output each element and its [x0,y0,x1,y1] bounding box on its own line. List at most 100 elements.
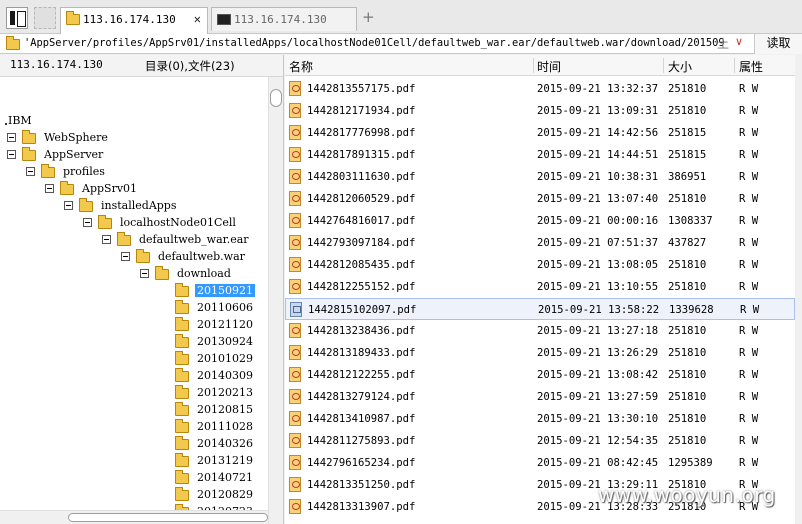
folder-icon [155,265,169,280]
collapse-icon[interactable] [7,132,16,142]
collapse-icon[interactable] [83,217,92,227]
scrollbar-thumb[interactable] [68,513,268,522]
folder-icon [175,418,189,433]
folder-icon [98,214,112,229]
tree-node-folder[interactable]: 20150921 [175,281,255,298]
tree-horizontal-scrollbar[interactable] [0,510,268,524]
tab-file-manager[interactable]: 113.16.174.130 ✕ [60,7,208,34]
folder-icon [175,367,189,382]
scrollbar-thumb[interactable] [270,89,282,107]
file-row[interactable]: 1442812085435.pdf 2015-09-21 13:08:05 2518… [285,254,795,276]
folder-icon [175,435,189,450]
path-input[interactable]: 'AppServer/profiles/AppSrv01/installedAp… [24,34,724,53]
file-row[interactable]: 1442811275893.pdf 2015-09-21 12:54:35 2518… [285,430,795,452]
tree-node-installedapps[interactable]: installedApps [64,196,179,213]
file-row[interactable]: 1442813410987.pdf 2015-09-21 13:30:10 2518… [285,408,795,430]
folder-icon [79,197,93,212]
file-row[interactable]: 1442813557175.pdf 2015-09-21 13:32:37 2518… [285,78,795,100]
pdf-file-icon [289,235,301,250]
column-header-attr[interactable]: 属性 [739,58,763,75]
read-button[interactable]: 读取 [754,34,802,54]
tab-label: 113.16.174.130 [83,13,176,26]
pdf-file-icon [289,81,301,96]
tree-node-folder[interactable]: 20131219 [175,451,255,468]
tree-node-appsrv01[interactable]: AppSrv01 [45,179,139,196]
file-row[interactable]: 1442803111630.pdf 2015-09-21 10:38:31 3869… [285,166,795,188]
folder-icon [175,282,189,297]
collapse-icon[interactable] [45,183,54,193]
tab-terminal[interactable]: 113.16.174.130 [211,7,357,31]
toggle-sidebar-button[interactable] [6,7,28,29]
column-header-time[interactable]: 时间 [537,58,561,75]
folder-icon [175,452,189,467]
file-list-header: 名称 时间 大小 属性 [285,55,802,76]
folder-icon [136,248,150,263]
directory-panel: 113.16.174.130 目录(0),文件(23) IBM WebSpher… [0,55,284,524]
folder-icon [175,316,189,331]
pdf-file-icon [289,455,301,470]
collapse-icon[interactable] [64,200,73,210]
new-tab-button[interactable]: + [362,8,375,26]
file-row[interactable]: 1442817776998.pdf 2015-09-21 14:42:56 2518… [285,122,795,144]
tree-node-folder[interactable]: 20111028 [175,417,255,434]
file-row[interactable]: 1442813238436.pdf 2015-09-21 13:27:18 2518… [285,320,795,342]
column-divider[interactable] [663,58,664,73]
tree-node-folder[interactable]: 20140309 [175,366,255,383]
tree-node-folder[interactable]: 20120213 [175,383,255,400]
file-row[interactable]: 1442813279124.pdf 2015-09-21 13:27:59 2518… [285,386,795,408]
tree-node-folder[interactable]: 20110606 [175,298,255,315]
folder-icon [175,299,189,314]
tree-node-defaultweb-war[interactable]: defaultweb.war [121,247,247,264]
file-list-panel: 名称 时间 大小 属性 1442813557175.pdf 2015-09-21 … [285,55,802,524]
tree-node-folder[interactable]: 20140721 [175,468,255,485]
file-row[interactable]: 1442813189433.pdf 2015-09-21 13:26:29 2518… [285,342,795,364]
column-divider[interactable] [533,58,534,73]
host-label: 113.16.174.130 [10,58,103,71]
tree-node-folder[interactable]: 20121120 [175,315,255,332]
folder-icon [117,231,131,246]
close-tab-icon[interactable]: ✕ [194,8,201,31]
file-row[interactable]: 1442796165234.pdf 2015-09-21 08:42:45 1295… [285,452,795,474]
tab-label: 113.16.174.130 [234,13,327,26]
tree-node-folder[interactable]: 20140326 [175,434,255,451]
column-divider[interactable] [734,58,735,73]
file-row[interactable]: 1442812122255.pdf 2015-09-21 13:08:42 2518… [285,364,795,386]
folder-icon [22,129,36,144]
column-header-name[interactable]: 名称 [289,58,313,75]
file-row[interactable]: 1442793097184.pdf 2015-09-21 07:51:37 4378… [285,232,795,254]
tree-node-defaultweb-war-ear[interactable]: defaultweb_war.ear [102,230,251,247]
chevron-down-icon[interactable]: ∨ [735,35,743,48]
tree-node-download[interactable]: download [140,264,233,281]
pdf-file-icon [289,389,301,404]
tree-node-ibm[interactable]: IBM [6,111,34,128]
column-header-size[interactable]: 大小 [668,58,692,75]
tree-node-folder[interactable]: 20120815 [175,400,255,417]
tree-node-appserver[interactable]: AppServer [7,145,105,162]
layout-icon[interactable] [34,7,56,29]
tree-vertical-scrollbar[interactable] [268,77,283,524]
file-row[interactable]: 1442764816017.pdf 2015-09-21 00:00:16 1308… [285,210,795,232]
file-row[interactable]: 1442812060529.pdf 2015-09-21 13:07:40 2518… [285,188,795,210]
path-upload-icon[interactable]: 土 [717,35,729,52]
file-row-selected[interactable]: 1442815102097.pdf 2015-09-21 13:58:22 1339… [285,298,795,320]
file-row[interactable]: 1442812171934.pdf 2015-09-21 13:09:31 2518… [285,100,795,122]
pdf-file-icon [289,367,301,382]
folder-icon [60,180,74,195]
pdf-file-icon [289,213,301,228]
collapse-icon[interactable] [7,149,16,159]
folder-icon [6,36,20,50]
tree-node-folder[interactable]: 20101029 [175,349,255,366]
folder-icon [66,11,80,25]
tree-node-localhostnode01cell[interactable]: localhostNode01Cell [83,213,238,230]
file-row[interactable]: 1442812255152.pdf 2015-09-21 13:10:55 2518… [285,276,795,298]
file-list-vertical-scrollbar[interactable] [795,55,802,524]
collapse-icon[interactable] [26,166,35,176]
tree-node-folder[interactable]: 20130924 [175,332,255,349]
collapse-icon[interactable] [102,234,111,244]
collapse-icon[interactable] [140,268,149,278]
tree-node-websphere[interactable]: WebSphere [7,128,110,145]
collapse-icon[interactable] [121,251,130,261]
tree-node-folder[interactable]: 20120829 [175,485,255,502]
tree-node-profiles[interactable]: profiles [26,162,107,179]
file-row[interactable]: 1442817891315.pdf 2015-09-21 14:44:51 2518… [285,144,795,166]
